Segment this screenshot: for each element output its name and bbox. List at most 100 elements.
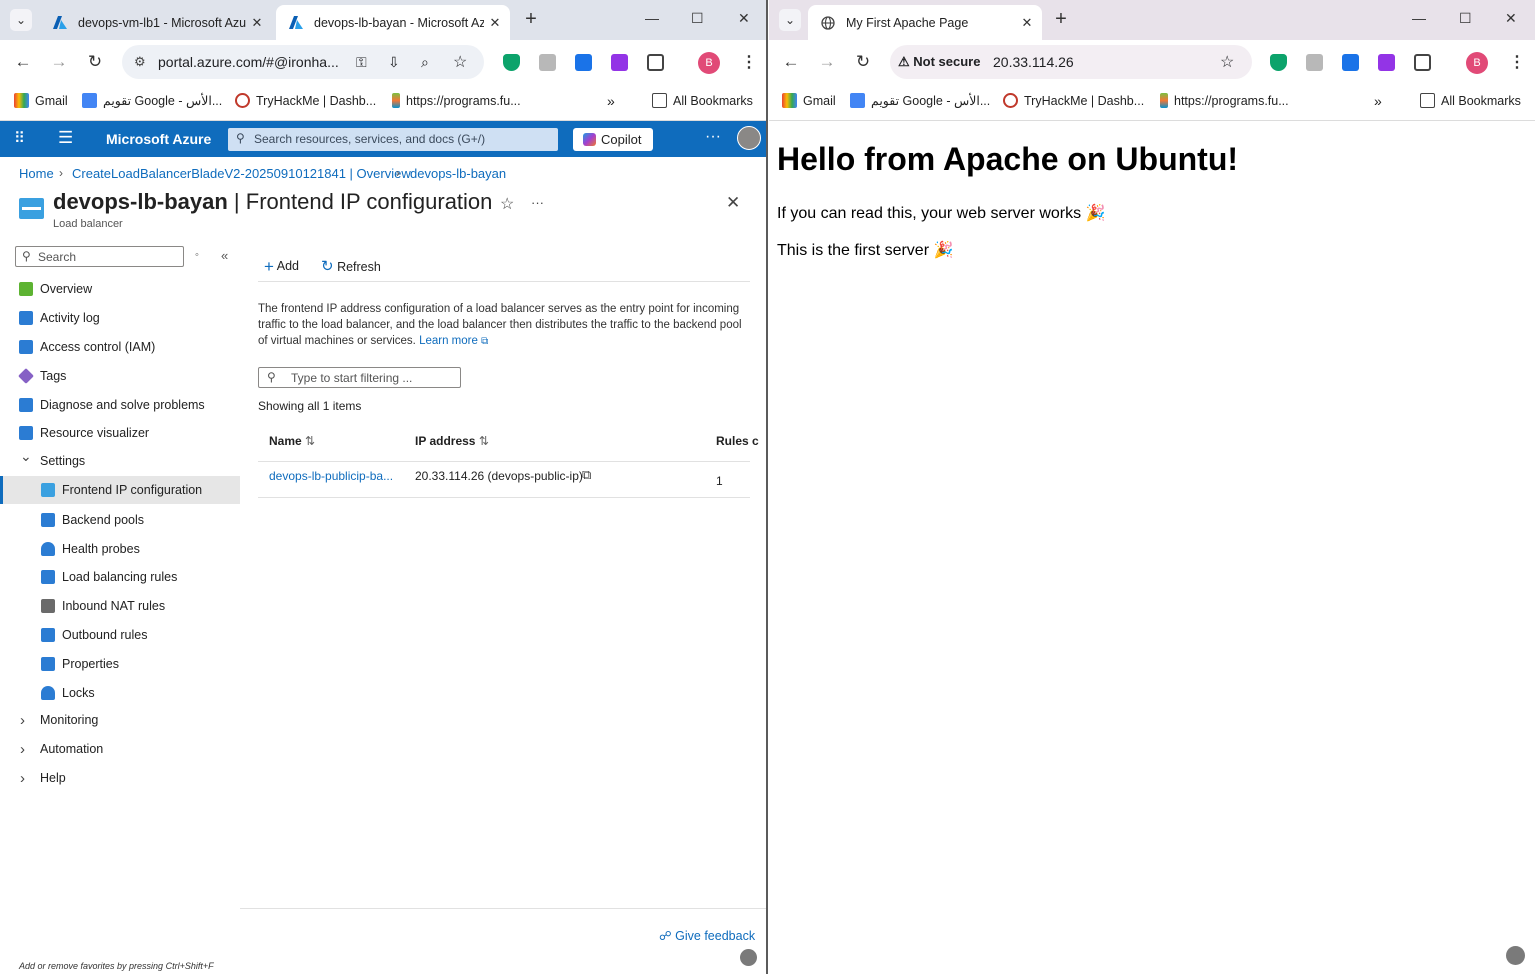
close-icon[interactable]: ✕ (484, 15, 506, 31)
address-bar[interactable]: ⚠ Not secure 20.33.114.26 ☆ (890, 45, 1252, 79)
close-icon[interactable]: ✕ (1016, 15, 1038, 31)
azure-search-input[interactable]: ⚲ Search resources, services, and docs (G… (228, 128, 558, 151)
hamburger-menu-icon[interactable]: ☰ (58, 128, 73, 148)
frontend-name-link[interactable]: devops-lb-publicip-ba... (269, 469, 393, 483)
not-secure-chip[interactable]: ⚠ Not secure (898, 54, 980, 70)
bookmark-google-calendar[interactable]: تقويم Google - الأس... (82, 93, 222, 108)
tab-search-button[interactable]: ⌄ (779, 9, 801, 31)
key-icon[interactable]: ⚿ (356, 54, 367, 71)
browser-menu-icon[interactable]: ⋮ (741, 52, 757, 72)
site-settings-icon[interactable]: ⚙ (134, 54, 146, 70)
sidebar-item-resource-visualizer[interactable]: Resource visualizer (0, 419, 240, 447)
sidebar-item-help[interactable]: › Help (0, 764, 240, 792)
all-bookmarks[interactable]: All Bookmarks (652, 93, 753, 108)
forward-icon[interactable]: → (816, 52, 838, 72)
sidebar-item-automation[interactable]: › Automation (0, 735, 240, 763)
maximize-button[interactable]: ☐ (1459, 10, 1472, 27)
bookmark-star-icon[interactable]: ☆ (1220, 52, 1234, 72)
back-icon[interactable]: ← (780, 52, 802, 72)
sidebar-item-access-control-iam[interactable]: Access control (IAM) (0, 333, 240, 361)
bookmark-programs[interactable]: https://programs.fu... (1160, 93, 1289, 108)
translate-extension-icon[interactable] (1378, 54, 1395, 71)
close-blade-icon[interactable]: ✕ (726, 193, 740, 213)
column-header-ip[interactable]: IP address ⇅ (415, 434, 489, 448)
sidebar-item-backend-pools[interactable]: Backend pools (0, 506, 240, 534)
sidebar-item-overview[interactable]: Overview (0, 275, 240, 303)
translate-extension-icon[interactable] (611, 54, 628, 71)
reload-icon[interactable]: ↻ (84, 52, 106, 72)
breadcrumb-home[interactable]: Home (19, 166, 54, 181)
refresh-button[interactable]: ↻ Refresh (321, 257, 381, 275)
sidebar-item-health-probes[interactable]: Health probes (0, 535, 240, 563)
reload-icon[interactable]: ↻ (852, 52, 874, 72)
profile-avatar[interactable]: B (1466, 52, 1488, 74)
bookmark-tryhackme[interactable]: TryHackMe | Dashb... (1003, 93, 1144, 108)
camera-extension-icon[interactable] (1306, 54, 1323, 71)
all-bookmarks[interactable]: All Bookmarks (1420, 93, 1521, 108)
profile-avatar[interactable]: B (698, 52, 720, 74)
azure-brand[interactable]: Microsoft Azure (106, 131, 211, 147)
shield-extension-icon[interactable] (503, 54, 520, 71)
bookmark-gmail[interactable]: Gmail (782, 93, 836, 108)
filter-icon[interactable]: ◦ (195, 249, 199, 261)
sidebar-item-inbound-nat-rules[interactable]: Inbound NAT rules (0, 592, 240, 620)
sidebar-item-load-balancing-rules[interactable]: Load balancing rules (0, 563, 240, 591)
bookmark-star-icon[interactable]: ☆ (453, 52, 467, 72)
browser-menu-icon[interactable]: ⋮ (1509, 52, 1525, 72)
minimize-button[interactable]: — (645, 10, 659, 26)
extensions-puzzle-icon[interactable] (647, 54, 664, 71)
copilot-button[interactable]: Copilot (573, 128, 653, 151)
camera-extension-icon[interactable] (539, 54, 556, 71)
minimize-button[interactable]: — (1412, 10, 1426, 26)
collapse-menu-icon[interactable]: « (221, 248, 228, 263)
filter-input[interactable]: ⚲ Type to start filtering ... (258, 367, 461, 388)
sidebar-item-outbound-rules[interactable]: Outbound rules (0, 621, 240, 649)
bookmark-google-calendar[interactable]: تقويم Google - الأس... (850, 93, 990, 108)
favorite-star-icon[interactable]: ☆ (500, 194, 514, 214)
sidebar-item-monitoring[interactable]: › Monitoring (0, 706, 240, 734)
download-extension-icon[interactable] (1342, 54, 1359, 71)
give-feedback-link[interactable]: ☍ Give feedback (659, 928, 755, 943)
tab-devops-vm-lb1[interactable]: devops-vm-lb1 - Microsoft Azu ✕ (40, 5, 272, 40)
extensions-puzzle-icon[interactable] (1414, 54, 1431, 71)
sidebar-item-diagnose-and-solve-problems[interactable]: Diagnose and solve problems (0, 391, 240, 419)
close-icon[interactable]: ✕ (246, 15, 268, 31)
close-window-button[interactable]: ✕ (738, 10, 750, 27)
maximize-button[interactable]: ☐ (691, 10, 704, 27)
sidebar-item-tags[interactable]: Tags (0, 362, 240, 390)
download-extension-icon[interactable] (575, 54, 592, 71)
sidebar-item-activity-log[interactable]: Activity log (0, 304, 240, 332)
new-tab-button[interactable]: + (1049, 8, 1073, 31)
more-icon[interactable]: ··· (705, 128, 721, 146)
shield-extension-icon[interactable] (1270, 54, 1287, 71)
account-avatar[interactable] (737, 126, 761, 150)
more-bookmarks-icon[interactable]: » (607, 93, 615, 109)
learn-more-link[interactable]: Learn more (419, 335, 478, 347)
close-window-button[interactable]: ✕ (1505, 10, 1517, 27)
back-icon[interactable]: ← (12, 52, 34, 72)
sidebar-item-settings[interactable]: ⌄ Settings (0, 447, 240, 475)
column-header-name[interactable]: Name ⇅ (269, 434, 315, 448)
new-tab-button[interactable]: + (519, 8, 543, 31)
tab-search-button[interactable]: ⌄ (10, 9, 32, 31)
portal-menu-grid-icon[interactable]: ⠿ (14, 129, 25, 147)
install-app-icon[interactable]: ⇩ (388, 54, 400, 71)
tab-apache-page[interactable]: My First Apache Page ✕ (808, 5, 1042, 40)
zoom-icon[interactable]: ⌕ (421, 54, 429, 71)
column-header-rules[interactable]: Rules c (716, 434, 759, 448)
sidebar-item-frontend-ip-configuration[interactable]: Frontend IP configuration (0, 476, 240, 504)
forward-icon[interactable]: → (48, 52, 70, 72)
bookmark-tryhackme[interactable]: TryHackMe | Dashb... (235, 93, 376, 108)
breadcrumb-resource[interactable]: devops-lb-bayan (410, 166, 506, 181)
sidebar-item-locks[interactable]: Locks (0, 679, 240, 707)
copy-icon[interactable]: ⧉ (582, 467, 591, 483)
more-options-icon[interactable]: ··· (531, 195, 544, 210)
sidebar-item-properties[interactable]: Properties (0, 650, 240, 678)
add-button[interactable]: + Add (264, 257, 299, 277)
bookmark-programs[interactable]: https://programs.fu... (392, 93, 521, 108)
bookmark-gmail[interactable]: Gmail (14, 93, 68, 108)
breadcrumb-overview[interactable]: CreateLoadBalancerBladeV2-20250910121841… (72, 166, 411, 181)
tab-devops-lb-bayan[interactable]: devops-lb-bayan - Microsoft Az ✕ (276, 5, 510, 40)
more-bookmarks-icon[interactable]: » (1374, 93, 1382, 109)
address-bar[interactable]: ⚙ portal.azure.com/#@ironha... ⚿ ⇩ ⌕ ☆ (122, 45, 484, 79)
